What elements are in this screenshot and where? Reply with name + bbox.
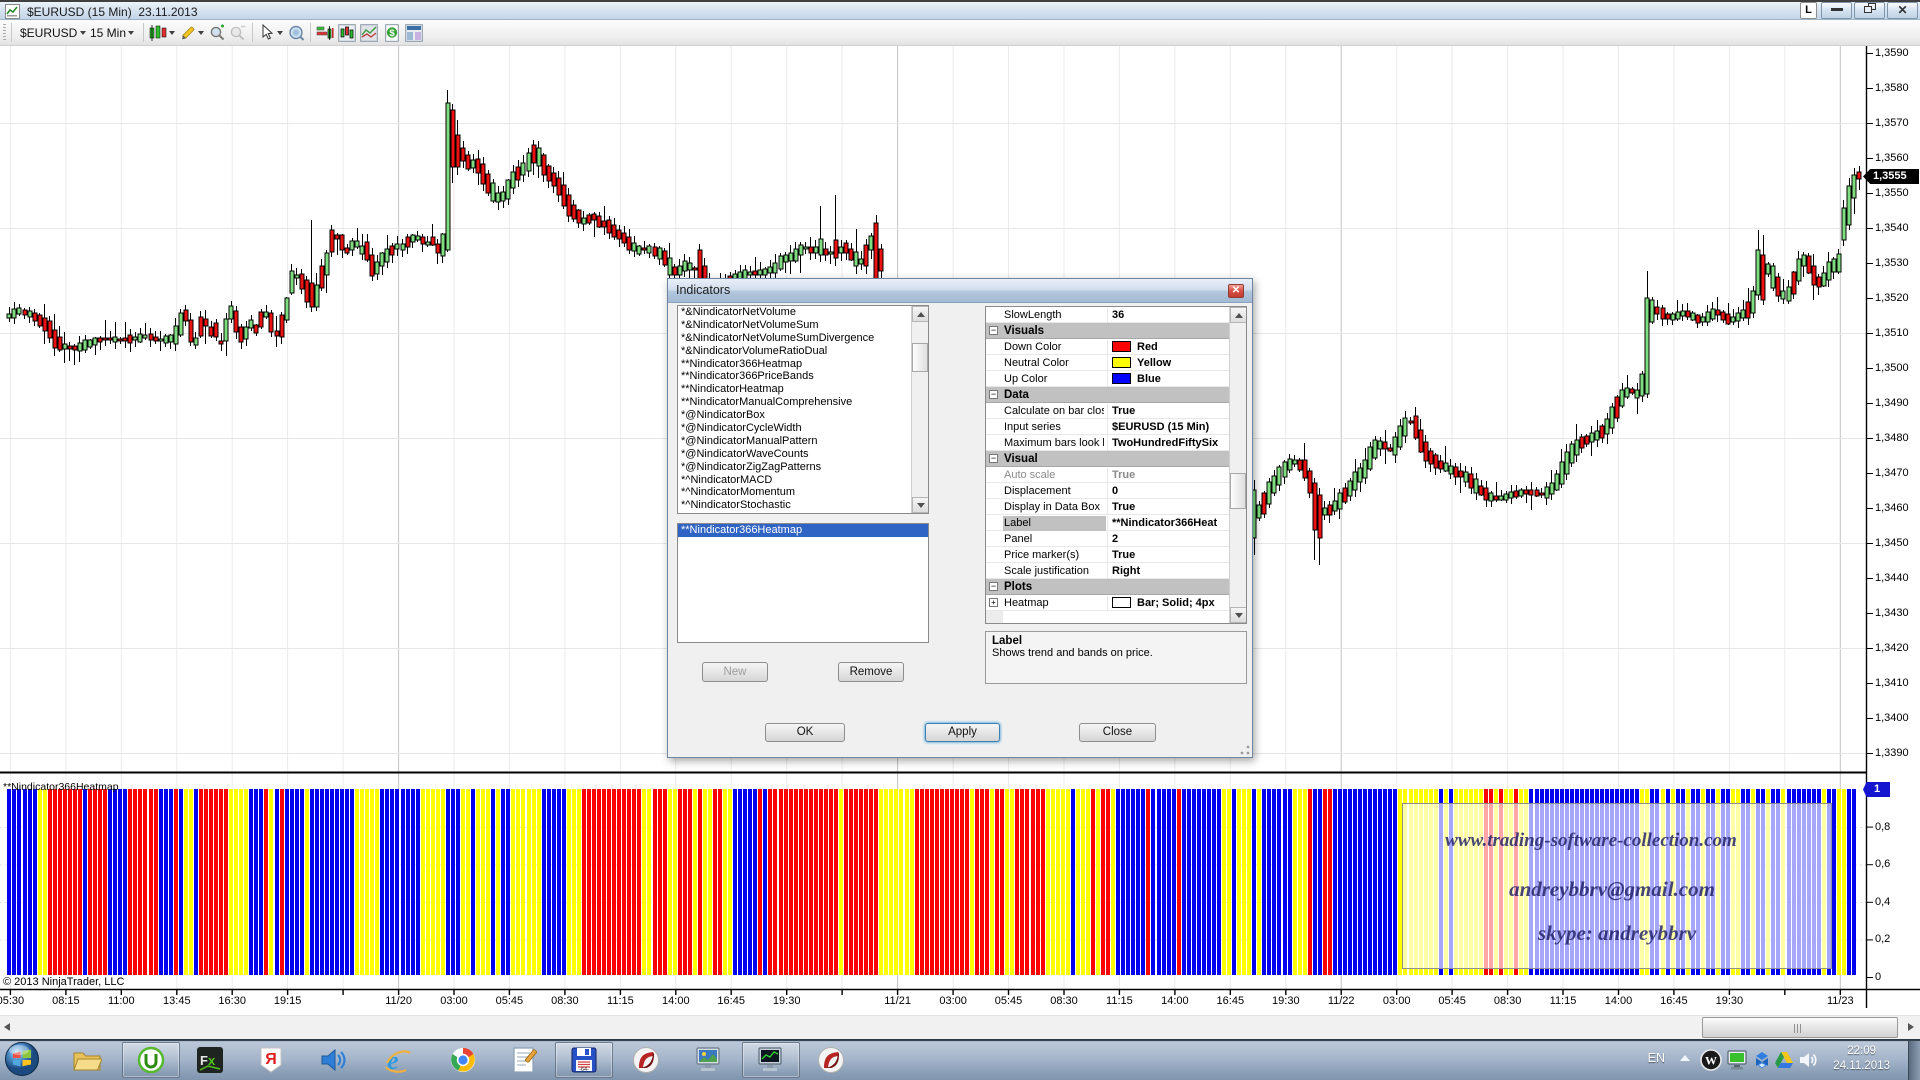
- svg-text:F: F: [200, 1053, 208, 1068]
- svg-text:Я: Я: [265, 1051, 277, 1068]
- svg-text:W: W: [1705, 1054, 1717, 1068]
- svg-text:-64-: -64-: [579, 1067, 589, 1073]
